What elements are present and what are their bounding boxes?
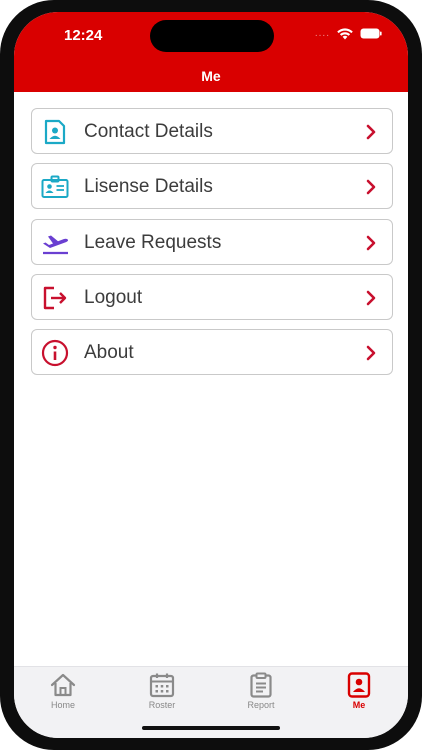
logout-icon — [41, 284, 69, 312]
chevron-right-icon — [366, 345, 376, 361]
airplane-takeoff-icon — [41, 229, 69, 257]
phone-frame: 12:24 .... Me Contact Details Lisense De… — [0, 0, 422, 750]
chevron-right-icon — [366, 290, 376, 306]
app-header: 12:24 .... Me — [14, 12, 408, 92]
menu-item-license-details[interactable]: Lisense Details — [31, 163, 393, 210]
battery-icon — [360, 28, 382, 39]
menu-item-logout[interactable]: Logout — [31, 273, 393, 320]
chevron-right-icon — [366, 179, 376, 195]
menu-item-label: Contact Details — [84, 121, 213, 142]
tab-me[interactable]: Me — [329, 671, 389, 710]
home-indicator[interactable] — [142, 726, 280, 730]
tab-report[interactable]: Report — [231, 671, 291, 710]
home-icon — [50, 673, 76, 697]
app-screen: 12:24 .... Me Contact Details Lisense De… — [14, 12, 408, 738]
menu-item-contact-details[interactable]: Contact Details — [31, 108, 393, 154]
info-icon — [41, 339, 69, 367]
contact-card-icon — [41, 118, 69, 146]
dynamic-island — [150, 20, 274, 52]
menu-item-label: Leave Requests — [84, 231, 222, 253]
tab-home[interactable]: Home — [33, 671, 93, 710]
calendar-icon — [149, 673, 175, 698]
settings-menu: Contact Details Lisense Details Leave Re… — [31, 108, 393, 384]
signal-indicator: .... — [314, 28, 330, 39]
menu-item-label: About — [84, 342, 134, 364]
chevron-right-icon — [366, 235, 376, 250]
tab-label: Home — [50, 700, 75, 710]
status-time: 12:24 — [64, 27, 103, 44]
status-indicators: .... — [315, 27, 382, 40]
menu-item-label: Lisense Details — [84, 176, 213, 198]
wifi-icon — [337, 28, 353, 40]
menu-item-leave-requests[interactable]: Leave Requests — [31, 218, 393, 265]
tab-label: Roster — [148, 700, 176, 710]
chevron-right-icon — [366, 124, 376, 140]
menu-item-label: Logout — [84, 286, 143, 308]
tab-label: Report — [247, 700, 275, 710]
tab-label: Me — [352, 700, 366, 710]
menu-item-about[interactable]: About — [31, 329, 393, 376]
tab-roster[interactable]: Roster — [132, 671, 192, 710]
page-title: Me — [201, 68, 221, 84]
user-card-icon — [347, 672, 371, 698]
clipboard-icon — [250, 672, 272, 698]
id-card-icon — [41, 173, 69, 201]
